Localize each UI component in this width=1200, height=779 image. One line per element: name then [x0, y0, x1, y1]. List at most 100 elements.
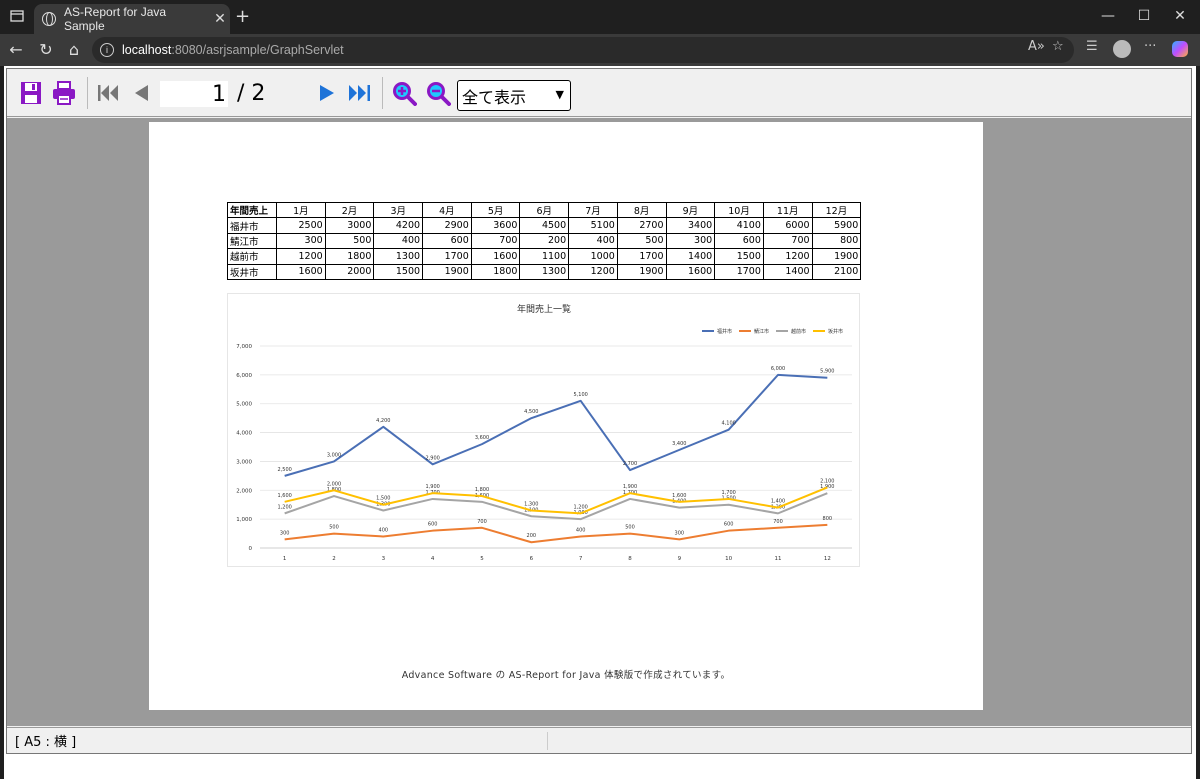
home-icon[interactable]: ⌂ [64, 40, 84, 59]
legend-label: 坂井市 [828, 328, 843, 335]
paper-size-status: [ A5 : 横 ] [15, 735, 77, 750]
table-cell: 400 [373, 232, 424, 250]
x-tick-label: 4 [431, 556, 435, 562]
table-month-header: 6月 [519, 201, 570, 219]
favorite-star-icon[interactable]: ☆ [1052, 39, 1064, 54]
table-cell: 1400 [665, 248, 716, 265]
site-info-icon[interactable]: i [100, 43, 114, 57]
back-icon[interactable]: ← [6, 40, 26, 59]
x-tick-label: 11 [775, 556, 782, 562]
save-icon[interactable] [19, 80, 43, 106]
url-path: :8080/asrjsample/GraphServlet [171, 43, 344, 57]
tab-actions-icon[interactable] [10, 9, 24, 27]
table-cell: 2100 [811, 263, 862, 280]
read-aloud-icon[interactable]: A» [1028, 39, 1045, 54]
zoom-out-icon[interactable] [425, 80, 451, 106]
page-number-input[interactable] [160, 81, 228, 107]
table-cell: 1000 [568, 248, 618, 265]
table-cell: 500 [616, 232, 667, 250]
data-label: 1,600 [672, 493, 686, 499]
minimize-icon[interactable]: — [1098, 8, 1118, 24]
y-tick-label: 3,000 [236, 459, 252, 465]
previous-page-icon[interactable] [131, 80, 151, 106]
data-label: 3,600 [475, 435, 489, 441]
report-page: 年間売上 1月 2月 3月 4月 5月 6月 7月 8月 9月 10月 11月 12月 福井市 2500 30… [149, 122, 983, 710]
viewer-toolbar: / 2 全て表示 ▼ [7, 69, 1191, 117]
x-tick-label: 10 [725, 556, 732, 562]
browser-titlebar: AS-Report for Java Sample ✕ + — ☐ ✕ [0, 0, 1200, 34]
next-page-icon[interactable] [317, 80, 337, 106]
table-cell: 5900 [811, 217, 862, 234]
y-tick-label: 6,000 [236, 373, 252, 379]
zoom-select[interactable]: 全て表示 ▼ [457, 80, 571, 111]
status-divider [547, 732, 548, 750]
chevron-down-icon: ▼ [555, 88, 564, 101]
toolbar-separator [382, 77, 383, 109]
close-tab-icon[interactable]: ✕ [210, 11, 230, 27]
table-cell: 1300 [373, 248, 424, 265]
table-cell: 4500 [519, 217, 570, 234]
first-page-icon[interactable] [96, 80, 120, 106]
data-label: 1,900 [426, 484, 440, 490]
last-page-icon[interactable] [347, 80, 373, 106]
table-cell: 1200 [276, 248, 326, 265]
refresh-icon[interactable]: ↻ [36, 40, 56, 59]
address-bar[interactable]: i localhost:8080/asrjsample/GraphServlet [92, 37, 1074, 63]
data-label: 200 [527, 533, 537, 539]
table-cell: 4200 [373, 217, 424, 234]
table-cell: 6000 [762, 217, 813, 234]
x-tick-label: 6 [530, 556, 534, 562]
table-cell: 700 [762, 232, 813, 250]
table-row-header: 鯖江市 [227, 232, 277, 250]
data-label: 600 [724, 522, 734, 528]
browser-tab[interactable]: AS-Report for Java Sample ✕ [34, 4, 230, 34]
table-cell: 1700 [714, 263, 764, 280]
data-label: 4,200 [376, 418, 390, 424]
data-label: 1,700 [722, 490, 736, 496]
x-tick-label: 8 [628, 556, 632, 562]
zoom-in-icon[interactable] [391, 80, 417, 106]
table-cell: 1600 [665, 263, 716, 280]
table-row: 鯖江市 300 500 400 600 700 200 400 500 300 600 700 800 [227, 232, 862, 250]
data-label: 2,700 [623, 461, 637, 467]
data-label: 300 [280, 530, 290, 536]
globe-icon [42, 12, 56, 26]
table-cell: 1100 [519, 248, 570, 265]
profile-avatar-icon[interactable] [1113, 40, 1131, 58]
table-cell: 1900 [422, 263, 472, 280]
new-tab-icon[interactable]: + [235, 6, 250, 27]
table-month-header: 4月 [422, 201, 472, 219]
data-label: 2,100 [820, 478, 834, 484]
data-label: 2,500 [278, 467, 292, 473]
data-label: 1,300 [524, 501, 538, 507]
table-month-header: 2月 [324, 201, 375, 219]
table-cell: 1900 [616, 263, 667, 280]
url-host: localhost [122, 43, 172, 57]
print-icon[interactable] [51, 80, 77, 106]
data-label: 2,900 [426, 455, 440, 461]
x-tick-label: 7 [579, 556, 583, 562]
table-cell: 300 [276, 232, 326, 250]
favorites-list-icon[interactable]: ☰ [1086, 39, 1098, 54]
table-row-header: 福井市 [227, 217, 277, 234]
data-label: 1,400 [771, 499, 785, 505]
x-tick-label: 3 [382, 556, 386, 562]
chart-title: 年間売上一覧 [517, 303, 571, 315]
table-cell: 500 [324, 232, 375, 250]
more-menu-icon[interactable]: ··· [1144, 39, 1156, 54]
data-label: 5,100 [574, 392, 588, 398]
table-month-header: 10月 [714, 201, 764, 219]
table-cell: 2700 [616, 217, 667, 234]
x-tick-label: 5 [480, 556, 484, 562]
trial-footer-note: Advance Software の AS-Report for Java 体験… [401, 670, 731, 681]
report-preview-area[interactable]: 年間売上 1月 2月 3月 4月 5月 6月 7月 8月 9月 10月 11月 12月 福井市 2500 30… [7, 118, 1191, 726]
data-label: 1,900 [623, 484, 637, 490]
series-line [284, 523, 828, 544]
table-cell: 4100 [714, 217, 764, 234]
close-window-icon[interactable]: ✕ [1170, 8, 1190, 24]
line-chart-svg: 年間売上一覧 0 1,000 2,000 3,000 4,000 5,000 6,000 7,0… [236, 303, 852, 562]
copilot-icon[interactable] [1172, 41, 1188, 57]
maximize-icon[interactable]: ☐ [1134, 8, 1154, 24]
table-cell: 200 [519, 232, 570, 250]
table-cell: 1800 [470, 263, 521, 280]
